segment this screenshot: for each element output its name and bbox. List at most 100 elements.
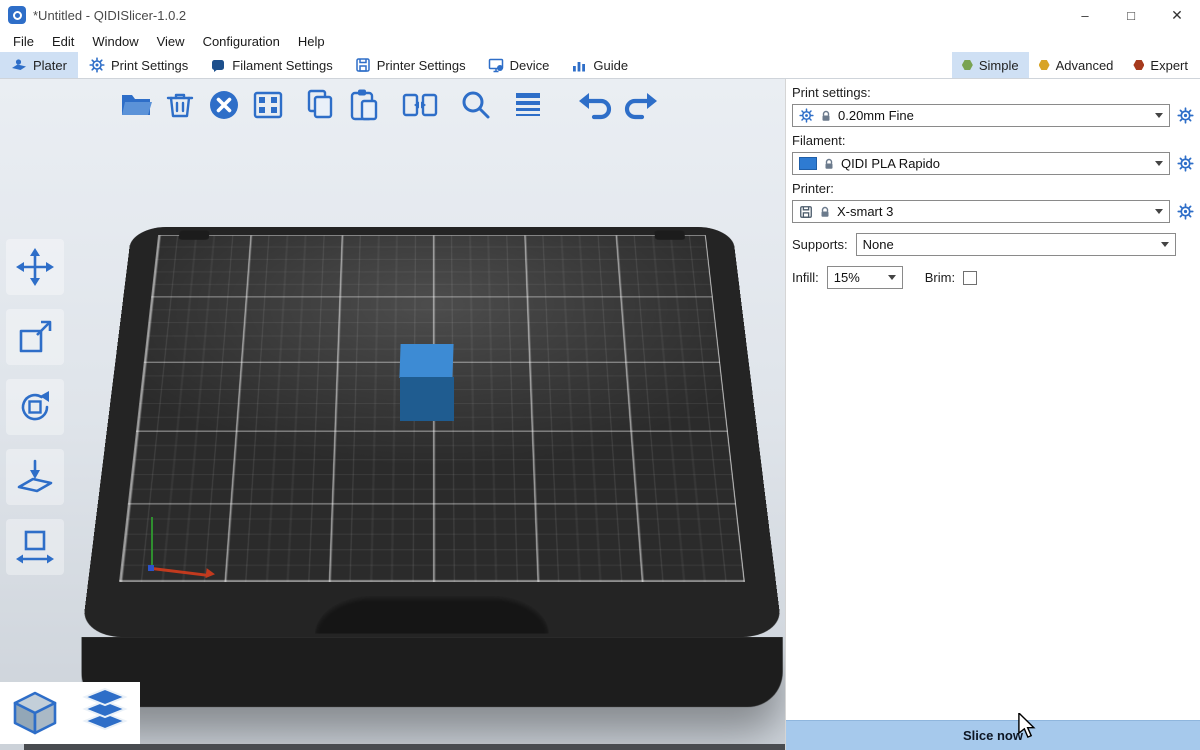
print-settings-gear-button[interactable] bbox=[1176, 106, 1194, 126]
viewport-bottom-strip bbox=[24, 744, 785, 750]
model-cube-top[interactable] bbox=[399, 344, 453, 378]
printer-label: Printer: bbox=[792, 181, 1194, 196]
tab-guide[interactable]: Guide bbox=[560, 52, 639, 78]
tab-plater-label: Plater bbox=[33, 58, 67, 73]
chevron-down-icon bbox=[888, 275, 896, 280]
sliced-layers-icon bbox=[79, 687, 131, 739]
copy-button[interactable] bbox=[300, 85, 340, 125]
redo-icon bbox=[620, 85, 660, 125]
print-settings-label: Print settings: bbox=[792, 85, 1194, 100]
menu-view[interactable]: View bbox=[148, 32, 194, 51]
undo-button[interactable] bbox=[576, 85, 616, 125]
scale-icon bbox=[13, 315, 57, 359]
menu-help[interactable]: Help bbox=[289, 32, 334, 51]
tab-printer-settings[interactable]: Printer Settings bbox=[344, 52, 477, 78]
filament-color-swatch bbox=[799, 157, 817, 170]
scene-toolbar bbox=[116, 85, 660, 125]
gear-icon bbox=[799, 108, 814, 123]
mode-expert[interactable]: Expert bbox=[1123, 52, 1198, 78]
menu-configuration[interactable]: Configuration bbox=[194, 32, 289, 51]
mode-advanced[interactable]: Advanced bbox=[1029, 52, 1124, 78]
viewport-3d[interactable] bbox=[0, 79, 785, 750]
printer-icon bbox=[355, 57, 371, 73]
rotate-button[interactable] bbox=[6, 379, 64, 435]
printer-combo[interactable]: X-smart 3 bbox=[792, 200, 1170, 223]
open-icon bbox=[116, 85, 156, 125]
print-bed bbox=[81, 227, 782, 637]
height-range-button[interactable] bbox=[6, 519, 64, 575]
printer-gear-button[interactable] bbox=[1176, 202, 1194, 222]
gear-icon bbox=[89, 57, 105, 73]
filament-gear-button[interactable] bbox=[1176, 154, 1194, 174]
bed-front-face bbox=[81, 637, 782, 707]
tab-filament-settings[interactable]: Filament Settings bbox=[199, 52, 343, 78]
search-button[interactable] bbox=[456, 85, 496, 125]
infill-value: 15% bbox=[834, 270, 860, 285]
brim-label: Brim: bbox=[925, 270, 955, 285]
filament-combo[interactable]: QIDI PLA Rapido bbox=[792, 152, 1170, 175]
bed-handle-notch bbox=[315, 596, 549, 634]
delete-all-icon bbox=[204, 85, 244, 125]
chevron-down-icon bbox=[1155, 209, 1163, 214]
minimize-button[interactable]: – bbox=[1062, 0, 1108, 30]
scale-button[interactable] bbox=[6, 309, 64, 365]
menu-file[interactable]: File bbox=[4, 32, 43, 51]
gizmo-toolbar bbox=[6, 239, 64, 575]
menu-edit[interactable]: Edit bbox=[43, 32, 83, 51]
chevron-down-icon bbox=[1155, 161, 1163, 166]
tab-filament-settings-label: Filament Settings bbox=[232, 58, 332, 73]
supports-combo[interactable]: None bbox=[856, 233, 1176, 256]
supports-label: Supports: bbox=[792, 237, 848, 252]
settings-sidebar: Print settings: 0.20mm Fine bbox=[785, 79, 1200, 750]
menu-window[interactable]: Window bbox=[83, 32, 147, 51]
copy-icon bbox=[300, 85, 340, 125]
guide-icon bbox=[571, 57, 587, 73]
delete-all-button[interactable] bbox=[204, 85, 244, 125]
slice-now-button[interactable]: Slice now bbox=[786, 720, 1200, 750]
view-toggle-group bbox=[0, 682, 140, 744]
mode-simple-label: Simple bbox=[979, 58, 1019, 73]
place-on-face-button[interactable] bbox=[6, 449, 64, 505]
mode-simple[interactable]: Simple bbox=[952, 52, 1029, 78]
tab-plater[interactable]: Plater bbox=[0, 52, 78, 78]
move-icon bbox=[13, 245, 57, 289]
rotate-icon bbox=[13, 385, 57, 429]
model-cube-front[interactable] bbox=[400, 377, 454, 421]
delete-button[interactable] bbox=[160, 85, 200, 125]
menu-bar: File Edit Window View Configuration Help bbox=[0, 30, 1200, 52]
mode-selector: Simple Advanced Expert bbox=[952, 52, 1200, 78]
split-button[interactable] bbox=[400, 85, 440, 125]
brim-checkbox[interactable] bbox=[963, 271, 977, 285]
redo-button[interactable] bbox=[620, 85, 660, 125]
tab-print-settings[interactable]: Print Settings bbox=[78, 52, 199, 78]
print-bed-scene bbox=[92, 227, 772, 750]
tab-print-settings-label: Print Settings bbox=[111, 58, 188, 73]
paste-button[interactable] bbox=[344, 85, 384, 125]
device-icon bbox=[488, 57, 504, 73]
gear-icon bbox=[1177, 155, 1194, 172]
app-window: *Untitled - QIDISlicer-1.0.2 – □ ✕ File … bbox=[0, 0, 1200, 750]
expert-mode-dot-icon bbox=[1133, 60, 1144, 71]
arrange-button[interactable] bbox=[248, 85, 288, 125]
gear-icon bbox=[1177, 107, 1194, 124]
infill-combo[interactable]: 15% bbox=[827, 266, 903, 289]
print-settings-combo[interactable]: 0.20mm Fine bbox=[792, 104, 1170, 127]
main-area: Print settings: 0.20mm Fine bbox=[0, 79, 1200, 750]
split-icon bbox=[400, 85, 440, 125]
height-range-icon bbox=[13, 525, 57, 569]
preview-view-button[interactable] bbox=[70, 682, 140, 744]
editor-view-button[interactable] bbox=[0, 682, 70, 744]
origin-marker bbox=[148, 565, 154, 571]
move-button[interactable] bbox=[6, 239, 64, 295]
open-button[interactable] bbox=[116, 85, 156, 125]
variable-layer-height-button[interactable] bbox=[508, 85, 548, 125]
maximize-button[interactable]: □ bbox=[1108, 0, 1154, 30]
supports-value: None bbox=[863, 237, 894, 252]
mouse-cursor-icon bbox=[1016, 713, 1036, 739]
delete-icon bbox=[160, 85, 200, 125]
tab-device[interactable]: Device bbox=[477, 52, 561, 78]
mode-advanced-label: Advanced bbox=[1056, 58, 1114, 73]
window-controls: – □ ✕ bbox=[1062, 0, 1200, 30]
tab-printer-settings-label: Printer Settings bbox=[377, 58, 466, 73]
close-button[interactable]: ✕ bbox=[1154, 0, 1200, 30]
